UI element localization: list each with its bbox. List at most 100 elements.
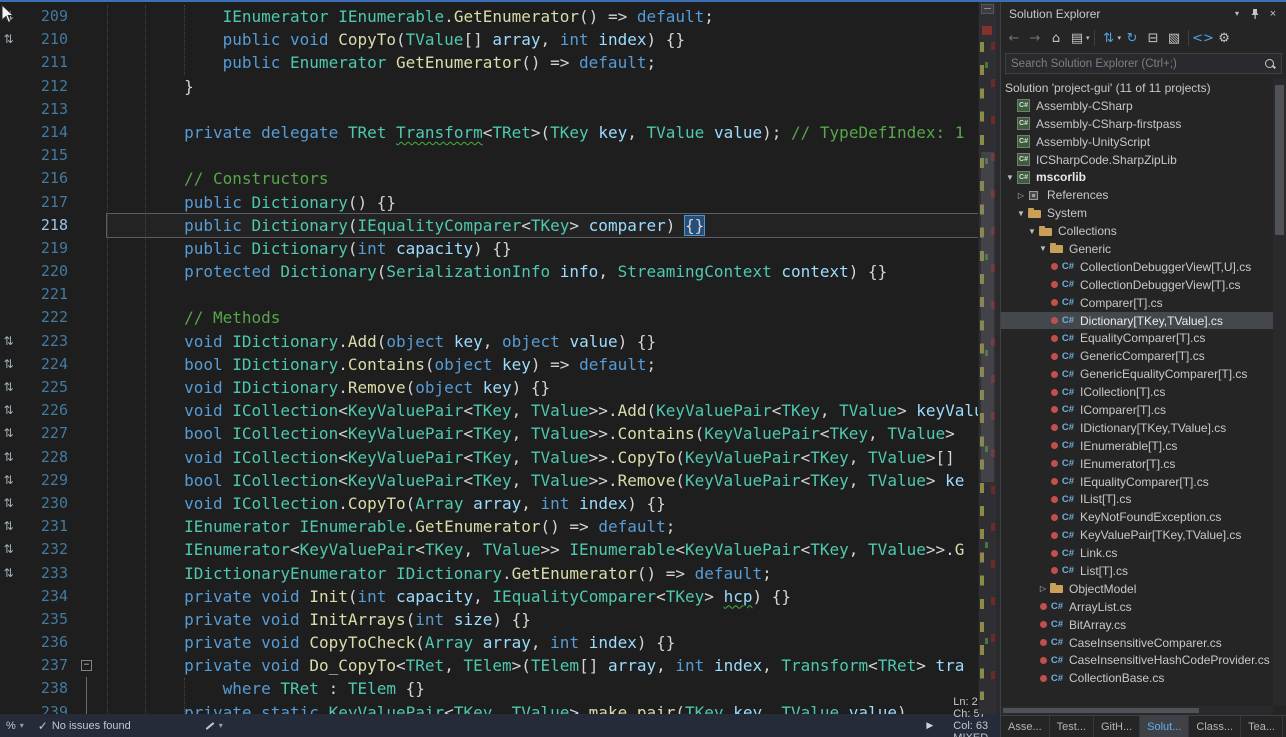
outline-margin[interactable] [74,260,107,283]
outline-margin[interactable] [74,28,107,51]
panel-title-bar[interactable]: Solution Explorer ▾ × [1001,2,1286,25]
implements-indicator-icon[interactable]: ⇅ [0,353,17,376]
code-text[interactable]: void ICollection<KeyValuePair<TKey, TVal… [107,446,978,469]
code-line-209[interactable]: ⇅209 IEnumerator IEnumerable.GetEnumerat… [0,5,978,28]
code-text[interactable]: bool IDictionary.Contains(object key) =>… [107,353,978,376]
search-input[interactable]: Search Solution Explorer (Ctrl+;) [1011,58,1264,70]
code-text[interactable]: IEnumerator IEnumerable.GetEnumerator() … [107,515,978,538]
issues-indicator[interactable]: ✓ No issues found [38,719,131,733]
home-icon[interactable]: ⌂ [1046,28,1066,48]
back-icon[interactable]: ← [1004,28,1024,48]
tree-item-iequalitycomparer-t-cs[interactable]: C#IEqualityComparer[T].cs [1001,473,1273,491]
implements-indicator-icon[interactable]: ⇅ [0,399,17,422]
code-editor[interactable]: ⇅209 IEnumerator IEnumerable.GetEnumerat… [0,2,1000,714]
code-viewport[interactable]: ⇅209 IEnumerator IEnumerable.GetEnumerat… [0,2,978,714]
implements-indicator-icon[interactable]: ⇅ [0,5,17,28]
tree-vertical-scrollbar[interactable] [1273,79,1286,706]
expander-icon[interactable]: ▷ [1015,191,1027,200]
tree-item-equalitycomparer-t-cs[interactable]: C#EqualityComparer[T].cs [1001,329,1273,347]
implements-indicator-icon[interactable]: ⇅ [0,422,17,445]
expander-icon[interactable]: ▼ [1026,227,1038,236]
outline-margin[interactable] [74,562,107,585]
tree-item-comparer-t-cs[interactable]: C#Comparer[T].cs [1001,294,1273,312]
tree-item-bitarray-cs[interactable]: C#BitArray.cs [1001,616,1273,634]
code-text[interactable]: void IDictionary.Add(object key, object … [107,330,978,353]
code-line-223[interactable]: ⇅223 void IDictionary.Add(object key, ob… [0,330,978,353]
code-text[interactable]: IDictionaryEnumerator IDictionary.GetEnu… [107,562,978,585]
outline-margin[interactable] [74,283,107,306]
outline-margin[interactable] [74,538,107,561]
implements-indicator-icon[interactable]: ⇅ [0,376,17,399]
tree-item-collectiondebuggerview-t-cs[interactable]: C#CollectionDebuggerView[T].cs [1001,276,1273,294]
pin-icon[interactable] [1246,5,1264,23]
tree-item-ienumerator-t-cs[interactable]: C#IEnumerator[T].cs [1001,455,1273,473]
code-line-235[interactable]: 235 private void InitArrays(int size) {} [0,608,978,631]
show-all-files-icon[interactable]: ▧ [1164,28,1184,48]
code-line-237[interactable]: 237− private void Do_CopyTo<TRet, TElem>… [0,654,978,677]
outline-margin[interactable] [74,399,107,422]
code-line-238[interactable]: 238 where TRet : TElem {} [0,677,978,700]
tree-item-keynotfoundexception-cs[interactable]: C#KeyNotFoundException.cs [1001,508,1273,526]
implements-indicator-icon[interactable]: ⇅ [0,515,17,538]
tree-item-assembly-csharp-firstpass[interactable]: C#Assembly-CSharp-firstpass [1001,115,1273,133]
tree-item-collectionbase-cs[interactable]: C#CollectionBase.cs [1001,669,1273,687]
code-line-224[interactable]: ⇅224 bool IDictionary.Contains(object ke… [0,353,978,376]
expander-icon[interactable]: ▼ [1037,244,1049,253]
tree-item-genericcomparer-t-cs[interactable]: C#GenericComparer[T].cs [1001,347,1273,365]
code-text[interactable]: IEnumerator IEnumerable.GetEnumerator() … [107,5,978,28]
outline-margin[interactable] [74,376,107,399]
code-line-211[interactable]: 211 public Enumerator GetEnumerator() =>… [0,51,978,74]
tool-window-tab-gith[interactable]: GitH... [1094,716,1140,737]
code-text[interactable]: private static KeyValuePair<TKey, TValue… [107,701,978,714]
tree-item-assembly-csharp[interactable]: C#Assembly-CSharp [1001,97,1273,115]
properties-icon[interactable]: ⚙ [1214,28,1234,48]
code-text[interactable]: bool ICollection<KeyValuePair<TKey, TVal… [107,422,978,445]
code-text[interactable] [107,144,978,167]
outline-margin[interactable] [74,353,107,376]
code-text[interactable]: } [107,75,978,98]
outline-margin[interactable] [74,677,107,700]
tree-item-caseinsensitivehashcodeprovider-cs[interactable]: C#CaseInsensitiveHashCodeProvider.cs [1001,652,1273,670]
code-text[interactable]: void ICollection<KeyValuePair<TKey, TVal… [107,399,978,422]
code-line-222[interactable]: 222 // Methods [0,306,978,329]
code-line-226[interactable]: ⇅226 void ICollection<KeyValuePair<TKey,… [0,399,978,422]
outline-margin[interactable] [74,330,107,353]
tree-item-dictionary-tkey-tvalue-cs[interactable]: C#Dictionary[TKey,TValue].cs [1001,312,1273,330]
outline-margin[interactable] [74,492,107,515]
outline-margin[interactable] [74,121,107,144]
code-text[interactable]: public Enumerator GetEnumerator() => def… [107,51,978,74]
search-icon[interactable] [1264,58,1276,70]
outline-margin[interactable] [74,422,107,445]
code-text[interactable]: private void InitArrays(int size) {} [107,608,978,631]
tool-window-tab-test[interactable]: Test... [1050,716,1094,737]
outline-margin[interactable] [74,98,107,121]
outline-margin[interactable] [74,608,107,631]
outline-margin[interactable] [74,191,107,214]
code-text[interactable]: public Dictionary() {} [107,191,978,214]
code-cleanup-control[interactable]: ▾ [205,721,223,730]
tool-window-tab-solut[interactable]: Solut... [1140,716,1189,737]
code-line-219[interactable]: 219 public Dictionary(int capacity) {} [0,237,978,260]
solution-root[interactable]: Solution 'project-gui' (11 of 11 project… [1001,79,1273,97]
code-line-217[interactable]: 217 public Dictionary() {} [0,191,978,214]
code-line-214[interactable]: 214 private delegate TRet Transform<TRet… [0,121,978,144]
tree-item-list-t-cs[interactable]: C#List[T].cs [1001,562,1273,580]
code-line-212[interactable]: 212 } [0,75,978,98]
code-text[interactable]: // Methods [107,306,978,329]
collapse-all-icon[interactable]: ⊟ [1143,28,1163,48]
implements-indicator-icon[interactable]: ⇅ [0,562,17,585]
tree-item-icsharpcode-sharpziplib[interactable]: C#ICSharpCode.SharpZipLib [1001,151,1273,169]
outline-margin[interactable]: − [74,654,107,677]
expander-icon[interactable]: ▷ [1037,584,1049,593]
tree-item-mscorlib[interactable]: ▼C#mscorlib [1001,168,1273,186]
code-line-236[interactable]: 236 private void CopyToCheck(Array array… [0,631,978,654]
code-line-231[interactable]: ⇅231 IEnumerator IEnumerable.GetEnumerat… [0,515,978,538]
tree-item-ilist-t-cs[interactable]: C#IList[T].cs [1001,490,1273,508]
code-text[interactable]: public Dictionary(IEqualityComparer<TKey… [107,214,978,237]
code-text[interactable] [107,283,978,306]
switch-views-icon[interactable]: ▤ [1067,28,1087,48]
code-line-232[interactable]: ⇅232 IEnumerator<KeyValuePair<TKey, TVal… [0,538,978,561]
refresh-icon[interactable]: ↻ [1122,28,1142,48]
tree-item-icollection-t-cs[interactable]: C#ICollection[T].cs [1001,383,1273,401]
code-line-220[interactable]: 220 protected Dictionary(SerializationIn… [0,260,978,283]
